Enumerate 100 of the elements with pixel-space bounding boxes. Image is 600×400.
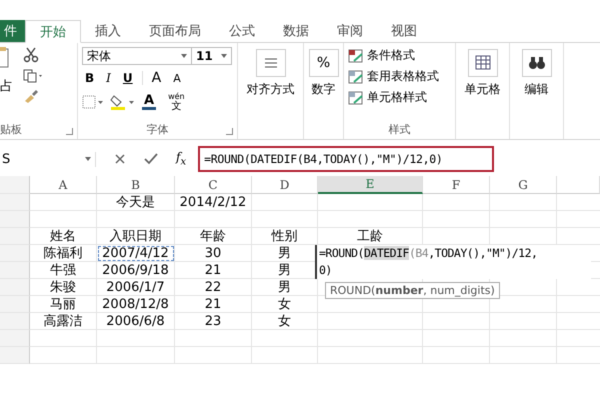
border-icon[interactable] xyxy=(82,95,104,109)
table-cell xyxy=(252,347,318,364)
table-cell xyxy=(423,211,490,228)
group-label: 字体 xyxy=(146,122,168,137)
caret-icon[interactable] xyxy=(85,157,91,161)
table-cell xyxy=(423,313,490,330)
binoculars-icon[interactable] xyxy=(522,49,552,77)
ribbon-tab[interactable]: 开始 xyxy=(25,20,81,43)
table-cell: 入职日期 xyxy=(97,228,175,245)
table-cell xyxy=(30,194,97,211)
ribbon-tab[interactable]: 件 xyxy=(0,20,25,42)
table-cell xyxy=(252,211,318,228)
font-color-button[interactable]: A xyxy=(142,94,156,110)
table-cell xyxy=(490,211,557,228)
check-icon[interactable] xyxy=(144,153,158,165)
table-cell xyxy=(423,330,490,347)
editing-button[interactable]: 编辑 xyxy=(524,81,548,98)
table-cell xyxy=(252,330,318,347)
table-cell: 朱骏 xyxy=(30,279,97,296)
table-cell xyxy=(490,313,557,330)
dialog-launcher-icon[interactable] xyxy=(66,128,73,135)
table-cell xyxy=(490,330,557,347)
caret-icon[interactable] xyxy=(221,54,227,58)
group-label: 样式 xyxy=(388,122,410,137)
italic-button[interactable]: I xyxy=(103,71,114,85)
table-cell: 2006/9/18 xyxy=(97,262,175,279)
bold-button[interactable]: B xyxy=(82,71,98,85)
table-cell: 30 xyxy=(175,245,252,262)
table-cell xyxy=(490,194,557,211)
table-cell: 陈福利 xyxy=(30,245,97,262)
table-cell xyxy=(423,194,490,211)
paste-label[interactable]: 占 xyxy=(0,77,13,95)
table-cell: 姓名 xyxy=(30,228,97,245)
table-cell: 2008/12/8 xyxy=(97,296,175,313)
brush-icon[interactable] xyxy=(23,89,39,103)
caret-icon[interactable] xyxy=(181,54,187,58)
percent-button[interactable]: % xyxy=(308,49,338,77)
formula-input[interactable]: =ROUND(DATEDIF(B4,TODAY(),"M")/12,0) xyxy=(198,146,494,172)
style-icon xyxy=(348,48,364,62)
column-header[interactable]: B xyxy=(97,176,175,194)
table-cells-icon[interactable] xyxy=(468,49,498,77)
table-cell: 2014/2/12 xyxy=(175,194,252,211)
group-label: 贴板 xyxy=(0,122,22,137)
table-cell: 今天是 xyxy=(97,194,175,211)
table-cell: 2006/1/7 xyxy=(97,279,175,296)
ribbon-tab[interactable]: 公式 xyxy=(215,20,269,42)
table-cell xyxy=(252,194,318,211)
fill-color-icon[interactable] xyxy=(110,94,136,110)
shrink-font-button[interactable]: A xyxy=(170,72,184,84)
style-menu-item[interactable]: 单元格样式 xyxy=(348,89,451,106)
table-cell: 性别 xyxy=(252,228,318,245)
table-cell: 女 xyxy=(252,313,318,330)
table-cell: 高露洁 xyxy=(30,313,97,330)
dialog-launcher-icon[interactable] xyxy=(226,128,233,135)
style-icon xyxy=(348,90,364,104)
column-header[interactable]: C xyxy=(175,176,252,194)
function-tooltip: ROUND(number, num_digits) xyxy=(325,282,500,299)
cell-editor[interactable]: =ROUND(DATEDIF(B4,TODAY(),"M")/12, 0) xyxy=(315,245,591,279)
column-header[interactable]: F xyxy=(423,176,490,194)
cancel-icon[interactable] xyxy=(114,153,126,165)
table-cell xyxy=(490,347,557,364)
table-cell: 23 xyxy=(175,313,252,330)
column-header[interactable]: E xyxy=(318,176,423,194)
copy-icon[interactable] xyxy=(23,69,45,83)
ribbon-tab[interactable]: 审阅 xyxy=(323,20,377,42)
insert-function-button[interactable]: f$_{x}$ xyxy=(176,150,186,168)
style-icon xyxy=(348,70,364,84)
table-cell: 21 xyxy=(175,262,252,279)
alignment-button[interactable]: 对齐方式 xyxy=(246,81,294,98)
table-cell: 21 xyxy=(175,296,252,313)
table-cell: 22 xyxy=(175,279,252,296)
table-cell: 女 xyxy=(252,296,318,313)
scissors-icon[interactable] xyxy=(23,47,39,63)
ribbon-tab[interactable]: 数据 xyxy=(269,20,323,42)
font-name-field[interactable]: 宋体 xyxy=(82,47,192,65)
table-cell: 2006/6/8 xyxy=(97,313,175,330)
name-box[interactable]: S xyxy=(0,152,96,166)
ribbon-tab[interactable]: 视图 xyxy=(377,20,431,42)
table-cell xyxy=(423,347,490,364)
ribbon-tab[interactable]: 页面布局 xyxy=(135,20,215,42)
font-size-field[interactable]: 11 xyxy=(192,47,232,65)
align-icon[interactable] xyxy=(256,49,286,77)
phonetic-button[interactable]: wén 文 xyxy=(168,92,185,112)
table-cell: 马丽 xyxy=(30,296,97,313)
table-cell xyxy=(30,347,97,364)
number-button[interactable]: 数字 xyxy=(312,81,336,98)
ribbon-tab[interactable]: 插入 xyxy=(81,20,135,42)
underline-button[interactable]: U xyxy=(120,71,136,85)
style-menu-item[interactable]: 套用表格格式 xyxy=(348,68,451,85)
grow-font-button[interactable]: A xyxy=(148,70,164,86)
table-cell: 牛强 xyxy=(30,262,97,279)
table-cell: 年龄 xyxy=(175,228,252,245)
table-cell xyxy=(30,330,97,347)
column-header[interactable]: G xyxy=(490,176,557,194)
cells-button[interactable]: 单元格 xyxy=(464,81,500,98)
style-menu-item[interactable]: 条件格式 xyxy=(348,47,451,64)
table-cell: 2007/4/12 xyxy=(97,245,175,262)
table-cell: 男 xyxy=(252,279,318,296)
table-cell xyxy=(30,211,97,228)
column-header[interactable]: A xyxy=(30,176,97,194)
